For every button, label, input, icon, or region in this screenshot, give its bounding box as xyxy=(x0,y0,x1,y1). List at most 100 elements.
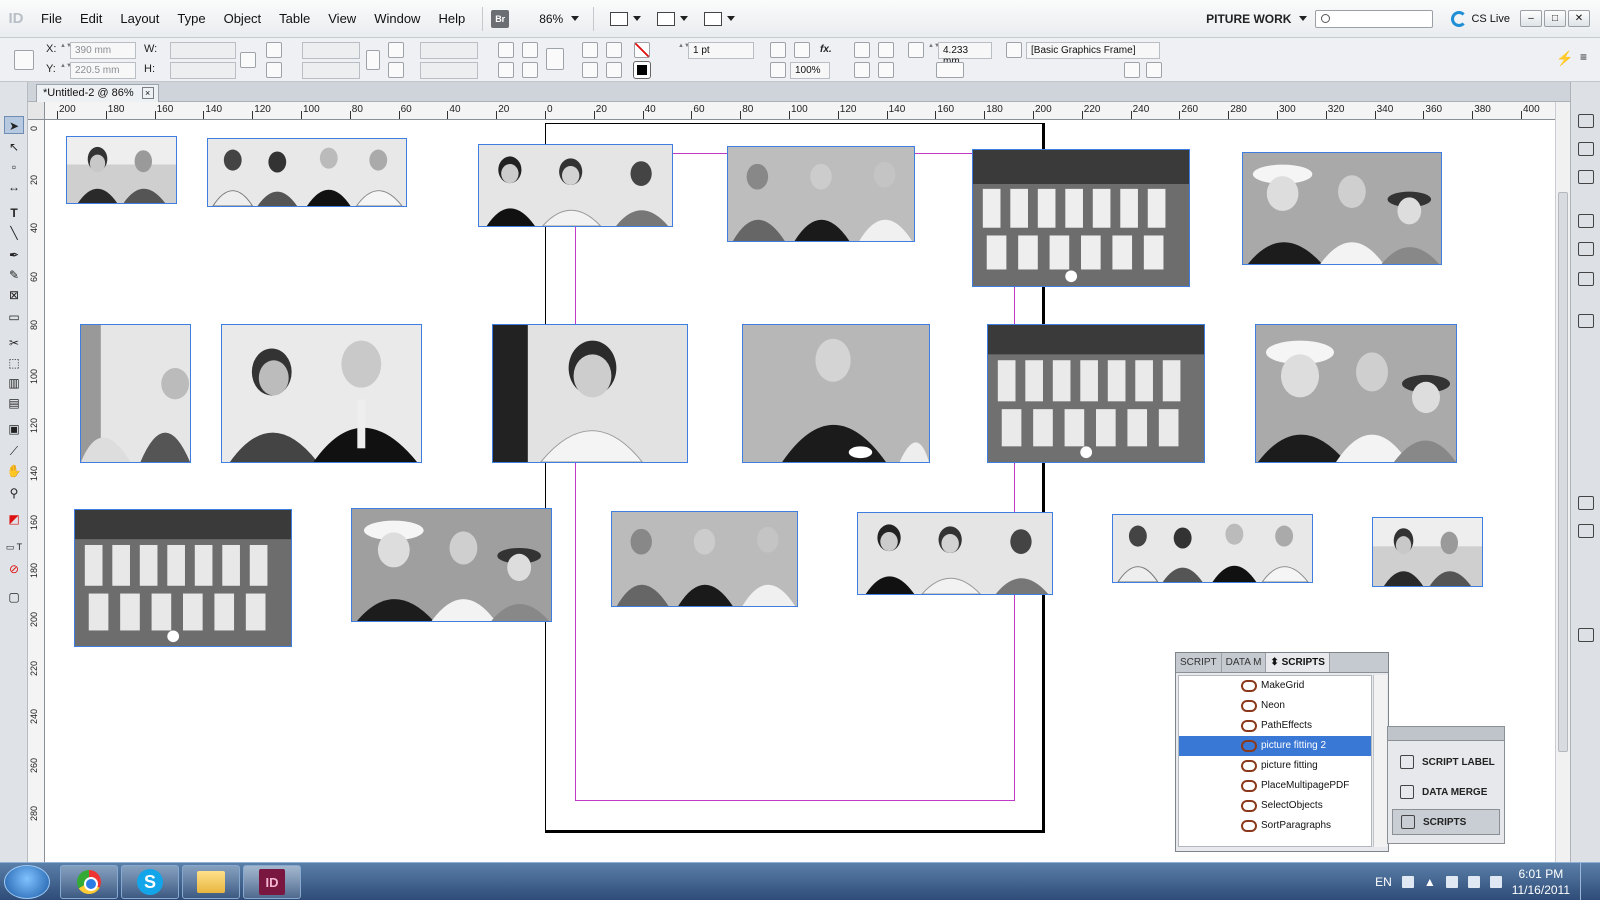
image-frame-woman-closeup[interactable] xyxy=(492,324,688,463)
select-container-icon[interactable] xyxy=(582,42,598,58)
taskbar-indesign[interactable]: ID xyxy=(243,865,301,899)
select-content-icon[interactable] xyxy=(606,42,622,58)
height-field[interactable] xyxy=(170,62,236,79)
menu-layout[interactable]: Layout xyxy=(111,0,168,38)
image-frame-cowboy-hats-2[interactable] xyxy=(1255,324,1457,463)
links-panel-icon[interactable] xyxy=(1578,170,1594,184)
clear-overrides-icon[interactable] xyxy=(1146,62,1162,78)
scale-x-field[interactable] xyxy=(302,42,360,59)
arrange-documents-button[interactable] xyxy=(696,11,743,26)
rectangle-tool-icon[interactable]: ▭ xyxy=(4,308,24,326)
new-object-style-icon[interactable] xyxy=(1124,62,1140,78)
image-frame-cowboy-hats[interactable] xyxy=(1242,152,1442,265)
maximize-button[interactable]: □ xyxy=(1544,10,1566,27)
bridge-button[interactable]: Br xyxy=(491,9,510,28)
scripts-list-scrollbar[interactable] xyxy=(1373,675,1387,847)
effects-icon[interactable] xyxy=(794,42,810,58)
image-frame-man-with-cup[interactable] xyxy=(742,324,930,463)
script-item-patheffects[interactable]: PathEffects xyxy=(1179,716,1371,736)
image-frame-four-people[interactable] xyxy=(207,138,407,207)
width-field[interactable] xyxy=(170,42,236,59)
free-transform-tool-icon[interactable]: ⬚ xyxy=(4,354,24,372)
gap-stepper[interactable]: ▲▼ xyxy=(928,42,940,59)
clock[interactable]: 6:01 PM 11/16/2011 xyxy=(1512,866,1570,898)
document-tab[interactable]: *Untitled-2 @ 86% × xyxy=(36,84,159,102)
ruler-origin[interactable] xyxy=(28,102,45,120)
pages-panel-icon[interactable] xyxy=(1578,114,1594,128)
shear-field[interactable] xyxy=(420,62,478,79)
image-frame-woman-and-man[interactable] xyxy=(221,324,422,463)
script-item-picture-fitting-2[interactable]: picture fitting 2 xyxy=(1179,736,1371,756)
panel-menu-icon[interactable]: ≡ xyxy=(1580,50,1587,64)
volume-icon[interactable] xyxy=(1489,876,1502,888)
page-tool-icon[interactable]: ▫ xyxy=(4,158,24,176)
select-next-icon[interactable] xyxy=(606,62,622,78)
image-frame-football-team-2[interactable] xyxy=(987,324,1205,463)
help-search-input[interactable] xyxy=(1315,9,1434,28)
zoom-level-dropdown[interactable]: 86% xyxy=(509,12,585,26)
library-panel-icon[interactable] xyxy=(1578,628,1594,642)
selection-tool-icon[interactable]: ➤ xyxy=(4,116,24,134)
horizontal-ruler[interactable]: 200 180 160 140 120 100 80 60 40 20 0 20 40 60 80 100 12… xyxy=(45,102,1555,120)
fill-stroke-swatch-icon[interactable]: ◩ xyxy=(4,510,24,528)
image-frame-cowboy-hats-3[interactable] xyxy=(351,508,552,622)
drop-shadow-icon[interactable] xyxy=(770,42,786,58)
workspace-switcher[interactable]: PITURE WORK xyxy=(1206,9,1441,28)
vertical-ruler[interactable]: 0 20 40 60 80 100 120 140 160 180 200 220 240 260 280 xyxy=(28,120,45,862)
image-frame-three-men-2[interactable] xyxy=(611,511,798,607)
scripts-panel-button[interactable]: SCRIPTS xyxy=(1392,809,1500,835)
swatches-panel-icon[interactable] xyxy=(1578,214,1594,228)
keyboard-icon[interactable] xyxy=(1401,876,1414,888)
reference-point-icon[interactable] xyxy=(14,50,34,70)
wrap-bounding-box-icon[interactable] xyxy=(878,42,894,58)
wrap-none-icon[interactable] xyxy=(854,42,870,58)
menu-window[interactable]: Window xyxy=(365,0,429,38)
tab-data-merge[interactable]: DATA M xyxy=(1222,653,1267,672)
gap-tool-icon[interactable]: ↔ xyxy=(4,178,24,196)
stroke-panel-icon[interactable] xyxy=(1578,242,1594,256)
formatting-affects-container-icon[interactable]: ▭ T xyxy=(4,538,24,556)
eyedropper-tool-icon[interactable]: ⟋ xyxy=(4,442,24,460)
start-button[interactable] xyxy=(4,865,50,899)
menu-file[interactable]: File xyxy=(32,0,71,38)
corner-options-dropdown[interactable] xyxy=(936,62,964,78)
close-window-button[interactable]: ✕ xyxy=(1568,10,1590,27)
menu-type[interactable]: Type xyxy=(168,0,214,38)
screen-mode-button[interactable] xyxy=(649,11,696,26)
data-merge-panel-button[interactable]: DATA MERGE xyxy=(1392,779,1500,805)
table-panel-icon[interactable] xyxy=(1578,272,1594,286)
language-indicator[interactable]: EN xyxy=(1375,875,1392,889)
line-tool-icon[interactable]: ╲ xyxy=(4,224,24,242)
mini-bridge-panel-icon[interactable] xyxy=(1578,314,1594,328)
lightning-icon[interactable]: ⚡ xyxy=(1556,50,1573,67)
script-item-picture-fitting[interactable]: picture fitting xyxy=(1179,756,1371,776)
type-tool-icon[interactable]: T xyxy=(4,204,24,222)
menu-edit[interactable]: Edit xyxy=(71,0,111,38)
image-frame-three-women-2[interactable] xyxy=(857,512,1053,595)
fx-icon[interactable]: fx. xyxy=(820,44,832,55)
scale-y-field[interactable] xyxy=(302,62,360,79)
image-frame-football-team[interactable] xyxy=(972,149,1190,287)
scissors-tool-icon[interactable]: ✂ xyxy=(4,334,24,352)
select-previous-icon[interactable] xyxy=(582,62,598,78)
x-position-field[interactable]: 390 mm xyxy=(70,42,136,59)
menu-view[interactable]: View xyxy=(319,0,365,38)
cs-live-button[interactable]: CS Live xyxy=(1441,10,1520,27)
gradient-swatch-tool-icon[interactable]: ▥ xyxy=(4,374,24,392)
fit-content-icon[interactable] xyxy=(854,62,870,78)
fill-swatch-icon[interactable] xyxy=(634,42,650,58)
stroke-swatch-icon[interactable] xyxy=(633,61,651,79)
menu-object[interactable]: Object xyxy=(215,0,271,38)
image-frame-three-women[interactable] xyxy=(478,144,673,227)
network-icon[interactable] xyxy=(1467,876,1480,888)
object-style-dropdown[interactable]: [Basic Graphics Frame] xyxy=(1026,42,1160,59)
script-item-neon[interactable]: Neon xyxy=(1179,696,1371,716)
taskbar-skype[interactable]: S xyxy=(121,865,179,899)
rotate-clockwise-icon[interactable] xyxy=(498,42,514,58)
taskbar-chrome[interactable] xyxy=(60,865,118,899)
y-position-field[interactable]: 220.5 mm xyxy=(70,62,136,79)
pen-tool-icon[interactable]: ✒ xyxy=(4,246,24,264)
opacity-field[interactable]: 100% xyxy=(790,62,830,79)
view-options-button[interactable] xyxy=(602,11,649,26)
rectangle-frame-tool-icon[interactable]: ⊠ xyxy=(4,286,24,304)
